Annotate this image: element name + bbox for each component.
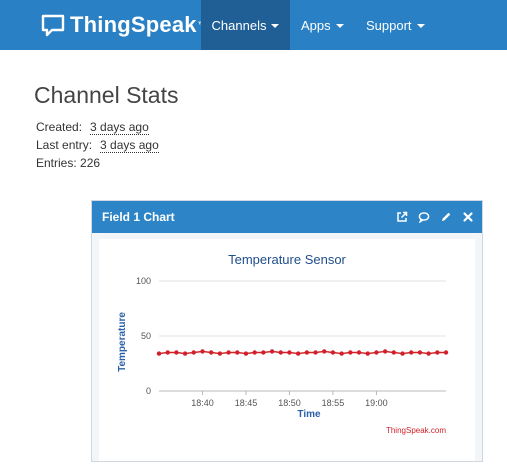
data-point[interactable] (348, 350, 353, 355)
panel-title: Field 1 Chart (102, 210, 175, 224)
y-axis-label: Temperature (117, 312, 128, 372)
data-point[interactable] (261, 350, 266, 355)
y-tick-label: 100 (136, 276, 151, 286)
data-point[interactable] (295, 351, 301, 356)
data-point[interactable] (365, 351, 370, 356)
data-point[interactable] (374, 350, 379, 355)
page-title: Channel Stats (34, 82, 179, 108)
created-row: Created: 3 days ago (36, 120, 149, 135)
last-entry-value: 3 days ago (100, 138, 159, 153)
data-point[interactable] (278, 350, 283, 355)
x-tick-label: 18:50 (278, 398, 301, 408)
caret-down-icon (271, 24, 280, 28)
data-point[interactable] (252, 350, 257, 355)
chart-area: 0 50 100 18:40 18:45 18:50 18:55 19:00 Tempera… (92, 233, 482, 461)
pencil-icon[interactable] (440, 211, 452, 223)
field-chart-panel: Field 1 Chart 0 50 100 18:40 18:45 18:50 1 (91, 200, 483, 462)
data-point[interactable] (208, 350, 214, 355)
entries-count: Entries: 226 (36, 156, 101, 170)
data-point[interactable] (322, 349, 327, 354)
close-icon[interactable] (462, 211, 474, 223)
chat-bubble-logo-icon (41, 14, 65, 37)
y-tick-label: 50 (141, 331, 151, 341)
data-point[interactable] (269, 349, 275, 354)
data-point[interactable] (287, 350, 292, 355)
comment-icon[interactable] (418, 211, 430, 223)
x-tick-label: 19:00 (365, 398, 388, 408)
x-tick-label: 18:45 (235, 398, 258, 408)
data-point[interactable] (156, 351, 162, 356)
panel-actions (396, 201, 474, 233)
data-point[interactable] (426, 351, 431, 356)
created-value: 3 days ago (90, 120, 149, 135)
data-point[interactable] (182, 351, 188, 356)
data-point[interactable] (226, 350, 231, 355)
nav-channels[interactable]: Channels (201, 0, 290, 50)
data-point[interactable] (217, 351, 223, 356)
nav-apps-label: Apps (301, 17, 331, 33)
data-point[interactable] (409, 350, 414, 355)
chart-title: Temperature Sensor (228, 252, 346, 267)
nav-support[interactable]: Support (366, 0, 425, 50)
data-point[interactable] (339, 351, 344, 356)
chart-container: 0 50 100 18:40 18:45 18:50 18:55 19:00 Tempera… (99, 239, 475, 461)
x-tick-label: 18:55 (322, 398, 345, 408)
data-point[interactable] (243, 351, 249, 356)
data-point[interactable] (191, 350, 196, 355)
data-point[interactable] (417, 350, 423, 355)
data-point[interactable] (400, 351, 405, 356)
data-point[interactable] (391, 350, 397, 355)
caret-down-icon (416, 24, 425, 28)
data-point[interactable] (304, 350, 310, 355)
data-point[interactable] (356, 350, 362, 355)
data-point[interactable] (174, 350, 179, 355)
brand-name: ThingSpeak (70, 12, 197, 37)
data-point[interactable] (165, 350, 170, 355)
last-entry-label: Last entry: (36, 138, 93, 152)
external-link-icon[interactable] (396, 211, 408, 223)
nav-channels-label: Channels (211, 17, 267, 33)
last-entry-row: Last entry: 3 days ago (36, 138, 159, 153)
nav-apps[interactable]: Apps (301, 0, 344, 50)
data-point[interactable] (235, 350, 240, 355)
brand-logo[interactable]: ThingSpeak™ (40, 9, 207, 41)
data-point[interactable] (435, 350, 440, 355)
y-tick-label: 0 (146, 386, 151, 396)
data-point[interactable] (382, 349, 388, 354)
data-point[interactable] (330, 350, 336, 355)
caret-down-icon (335, 24, 344, 28)
panel-header: Field 1 Chart (92, 201, 482, 233)
data-point[interactable] (313, 350, 318, 355)
data-point[interactable] (443, 350, 449, 355)
x-tick-label: 18:40 (191, 398, 214, 408)
nav-support-label: Support (366, 17, 412, 33)
thingspeak-credit[interactable]: ThingSpeak.com (386, 426, 446, 435)
top-navbar: ThingSpeak™ Channels Apps Support (0, 0, 507, 50)
created-label: Created: (36, 120, 83, 134)
temperature-chart: 0 50 100 18:40 18:45 18:50 18:55 19:00 Tempera… (117, 252, 449, 435)
data-point[interactable] (200, 349, 205, 354)
x-axis-label: Time (297, 409, 321, 420)
